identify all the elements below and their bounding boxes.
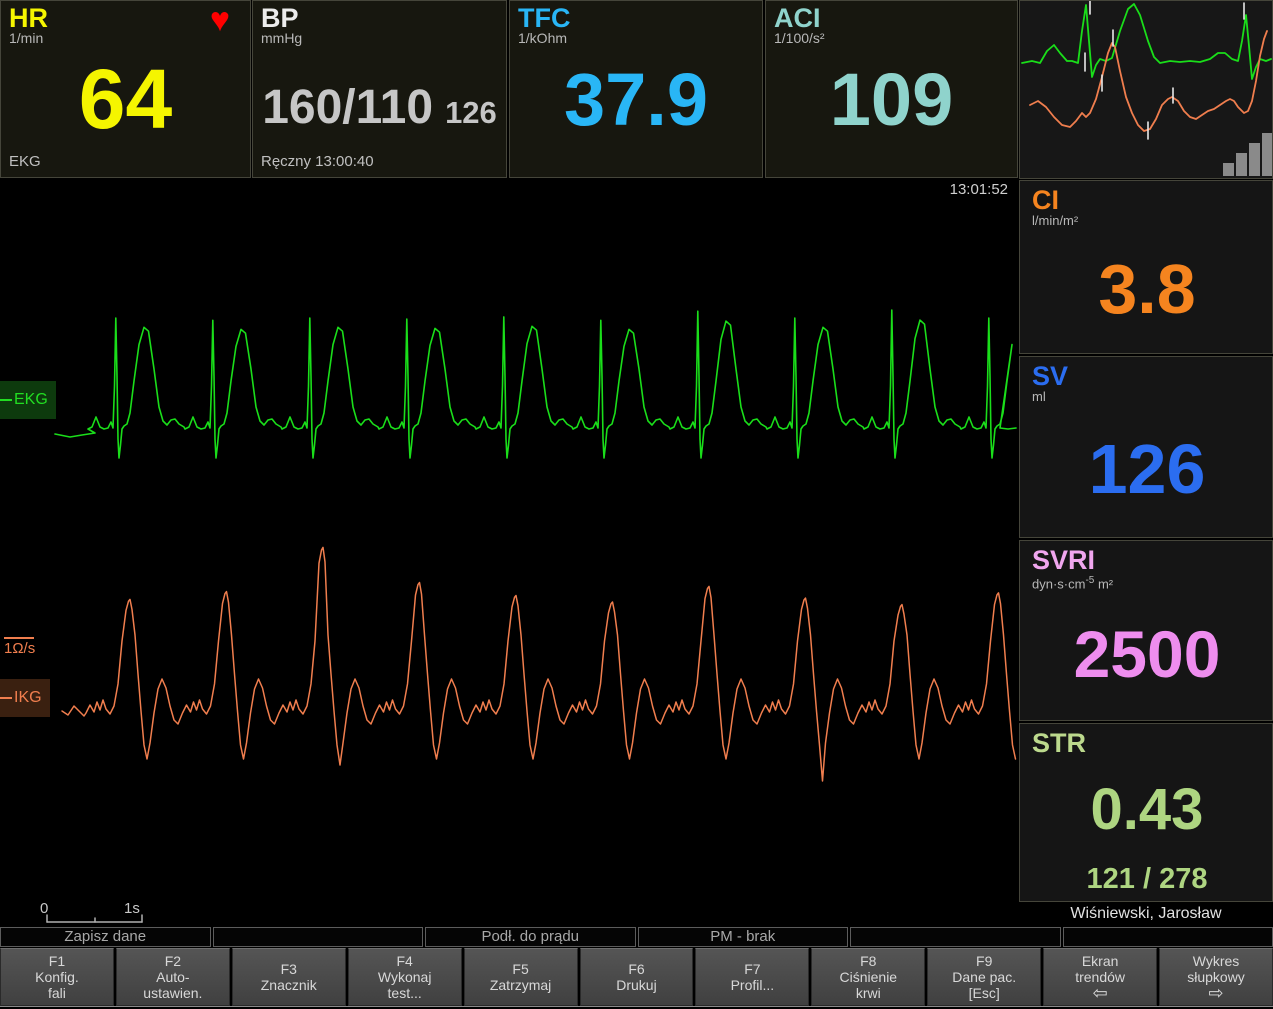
svri-value: 2500 (1074, 616, 1221, 692)
fkey-f8-cisnienie-krwi[interactable]: F8Ciśnieniekrwi (811, 948, 925, 1006)
ikg-scale-marker: 1Ω/s (4, 637, 35, 657)
sv-label: SV (1032, 363, 1262, 389)
svri-unit: dyn·s·cm-5 m² (1032, 573, 1262, 591)
ci-value: 3.8 (1098, 249, 1195, 329)
sv-unit: ml (1032, 389, 1262, 404)
function-key-bar: F1Konfig.fali F2Auto-ustawien. F3Znaczni… (0, 948, 1273, 1006)
tile-bp[interactable]: BP mmHg 160/110 126 Ręczny 13:00:40 (252, 0, 507, 178)
tile-svri[interactable]: SVRI dyn·s·cm-5 m² 2500 (1019, 540, 1273, 721)
scale-bar-icon (4, 637, 34, 639)
fkey-f6-drukuj[interactable]: F6Drukuj (580, 948, 694, 1006)
beat-preview-panel (1019, 0, 1273, 179)
ruler-end-label: 1s (124, 900, 140, 917)
patient-monitor-screen: HR 1/min ♥ 64 EKG BP mmHg 160/110 126 Rę… (0, 0, 1273, 1009)
fkey-f3-znacznik[interactable]: F3Znacznik (232, 948, 346, 1006)
aci-unit: 1/100/s² (774, 31, 825, 46)
str-label: STR (1032, 730, 1262, 756)
fkey-f9-dane-pac-esc[interactable]: F9Dane pac.[Esc] (927, 948, 1041, 1006)
fkey-f4-wykonaj-test[interactable]: F4Wykonajtest... (348, 948, 462, 1006)
svri-label: SVRI (1032, 547, 1262, 573)
status-bar: Zapisz dane Podł. do prądu PM - brak (0, 927, 1273, 947)
hr-unit: 1/min (9, 31, 48, 46)
waveforms-svg (0, 179, 1018, 927)
ikg-lead-label[interactable]: IKG (0, 679, 50, 717)
tile-hr-header: HR 1/min ♥ (9, 5, 242, 46)
fkey-f5-zatrzymaj[interactable]: F5Zatrzymaj (464, 948, 578, 1006)
str-secondary-value: 121 / 278 (1032, 863, 1262, 897)
bp-value: 160/110 (262, 80, 433, 135)
tfc-unit: 1/kOhm (518, 31, 570, 46)
status-empty-3 (1063, 927, 1273, 947)
bp-unit: mmHg (261, 31, 302, 46)
waveform-area: 13:01:52 EKG 1Ω/s IKG 0 1s (0, 179, 1018, 927)
ekg-lead-label[interactable]: EKG (0, 381, 56, 419)
ekg-dash-icon (0, 399, 12, 401)
hr-value: 64 (79, 51, 172, 148)
patient-name[interactable]: Wiśniewski, Jarosław (1019, 902, 1273, 926)
heartbeat-icon: ♥ (210, 5, 230, 35)
ikg-dash-icon (0, 697, 12, 699)
fkey-f2-auto-ustawien[interactable]: F2Auto-ustawien. (116, 948, 230, 1006)
ci-unit: l/min/m² (1032, 213, 1262, 228)
status-empty-2 (850, 927, 1061, 947)
status-empty-1 (213, 927, 424, 947)
bp-mean-value: 126 (445, 95, 497, 131)
tile-aci[interactable]: ACI 1/100/s² 109 (765, 0, 1018, 178)
str-value: 0.43 (1091, 776, 1204, 843)
waveform-timestamp: 13:01:52 (950, 181, 1008, 198)
ruler-start-label: 0 (40, 900, 48, 917)
left-arrow-icon: ⇦ (1044, 985, 1156, 1001)
status-pacemaker: PM - brak (638, 927, 849, 947)
tile-sv[interactable]: SV ml 126 (1019, 356, 1273, 538)
aci-value: 109 (830, 57, 953, 142)
bp-label: BP (261, 5, 302, 31)
right-arrow-icon: ⇨ (1160, 985, 1272, 1001)
tile-tfc[interactable]: TFC 1/kOhm 37.9 (509, 0, 763, 178)
beat-preview-waveforms (1020, 1, 1272, 178)
status-mains-power: Podł. do prądu (425, 927, 636, 947)
tfc-value: 37.9 (564, 57, 708, 142)
hr-source-label: EKG (9, 153, 242, 175)
tile-hr[interactable]: HR 1/min ♥ 64 EKG (0, 0, 251, 178)
sv-value: 126 (1089, 429, 1206, 509)
button-wykres-slupkowy[interactable]: Wykressłupkowy⇨ (1159, 948, 1273, 1006)
tile-ci[interactable]: CI l/min/m² 3.8 (1019, 180, 1273, 354)
status-save-data: Zapisz dane (0, 927, 211, 947)
fkey-f1-konfig-fali[interactable]: F1Konfig.fali (0, 948, 114, 1006)
button-ekran-trendow[interactable]: Ekrantrendów⇦ (1043, 948, 1157, 1006)
ci-label: CI (1032, 187, 1262, 213)
fkey-f7-profil[interactable]: F7Profil... (695, 948, 809, 1006)
aci-label: ACI (774, 5, 825, 31)
tile-str[interactable]: STR 0.43 121 / 278 (1019, 723, 1273, 902)
hr-label: HR (9, 5, 48, 31)
bp-mode-label: Ręczny 13:00:40 (261, 153, 498, 175)
tfc-label: TFC (518, 5, 570, 31)
